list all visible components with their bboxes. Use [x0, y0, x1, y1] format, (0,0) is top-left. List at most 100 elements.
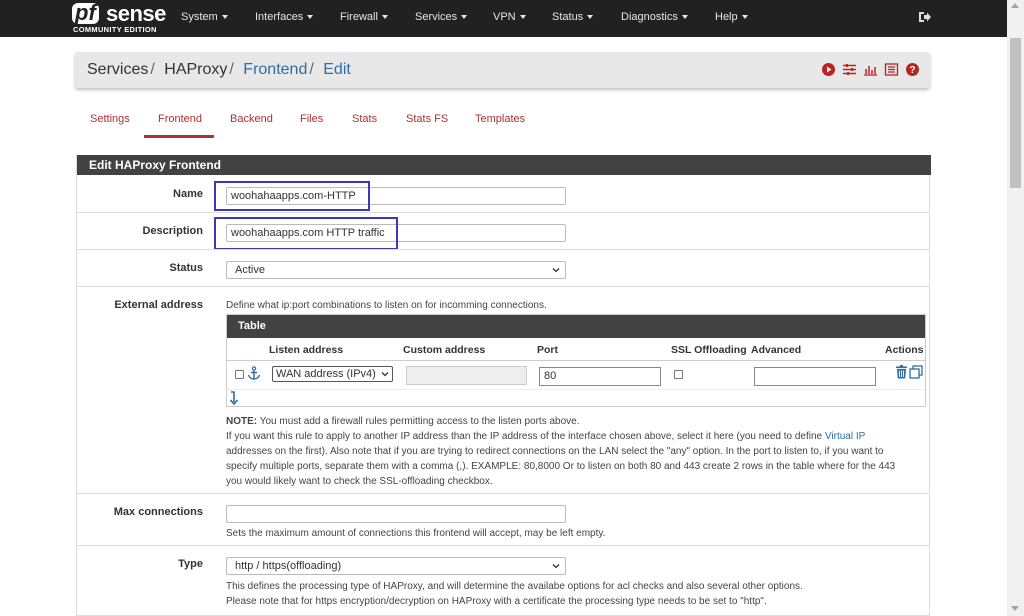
nav-firewall[interactable]: Firewall: [340, 11, 388, 23]
port-input[interactable]: 80: [539, 367, 661, 386]
breadcrumb-services: Services: [87, 61, 149, 78]
tab-templates[interactable]: Templates: [475, 113, 525, 125]
edit-frontend-panel: Edit HAProxy Frontend Name woohahaapps.c…: [76, 155, 931, 616]
logout-icon[interactable]: [918, 10, 932, 24]
note-line-2: If you want this rule to apply to anothe…: [226, 431, 825, 442]
listen-address-select[interactable]: WAN address (IPv4): [272, 366, 393, 382]
svg-text:?: ?: [909, 65, 915, 76]
note-line-1: You must add a firewall rules permitting…: [257, 416, 580, 427]
bar-chart-icon[interactable]: [863, 62, 878, 77]
col-listen-address: Listen address: [269, 344, 344, 356]
col-advanced: Advanced: [751, 344, 802, 356]
nav-interfaces[interactable]: Interfaces: [255, 11, 314, 23]
breadcrumb-edit-link[interactable]: Edit: [323, 61, 351, 78]
panel-heading: Edit HAProxy Frontend: [77, 155, 931, 175]
nav-diagnostics-label: Diagnostics: [621, 11, 678, 23]
active-tab-indicator: [144, 135, 214, 138]
breadcrumb-separator: /: [229, 61, 234, 78]
scroll-down-arrow-icon[interactable]: [1011, 606, 1019, 611]
help-circle-icon[interactable]: ?: [905, 62, 920, 77]
tab-backend[interactable]: Backend: [230, 113, 273, 125]
scroll-up-arrow-icon[interactable]: [1011, 3, 1019, 8]
play-circle-icon[interactable]: [821, 62, 836, 77]
table-heading: Table: [227, 315, 925, 338]
col-actions: Actions: [885, 344, 924, 356]
note-line-5: you would likely want to check the SSL-o…: [226, 476, 493, 487]
caret-down-icon: [461, 15, 468, 20]
tab-stats-fs[interactable]: Stats FS: [406, 113, 448, 125]
nav-firewall-label: Firewall: [340, 11, 378, 23]
advanced-input[interactable]: [754, 367, 876, 386]
top-navbar: pf sense COMMUNITY EDITION System Interf…: [0, 0, 1007, 37]
caret-down-icon: [587, 15, 594, 20]
caret-down-icon: [681, 15, 688, 20]
type-hint: This defines the processing type of HAPr…: [226, 579, 803, 609]
move-down-arrow-icon[interactable]: [229, 391, 239, 405]
note-line-3: addresses on the first). Also note that …: [226, 446, 884, 457]
nav-status-label: Status: [552, 11, 584, 23]
external-address-label: External address: [114, 299, 203, 311]
caret-down-icon: [307, 15, 314, 20]
max-connections-input[interactable]: [226, 505, 566, 523]
tab-frontend[interactable]: Frontend: [158, 113, 202, 125]
caret-down-icon: [519, 15, 526, 20]
listen-address-table: Table Listen address Custom address Port…: [226, 314, 926, 407]
nav-vpn[interactable]: VPN: [493, 11, 526, 23]
logo-pf: pf: [72, 2, 99, 24]
nav-system[interactable]: System: [181, 11, 228, 23]
row-status: Status Active: [77, 249, 929, 286]
row-name: Name woohahaapps.com-HTTP: [77, 175, 929, 212]
caret-down-icon: [741, 15, 748, 20]
row-description: Description woohahaapps.com HTTP traffic: [77, 212, 929, 249]
col-port: Port: [537, 344, 558, 356]
description-highlight-box: [214, 217, 398, 250]
trash-icon[interactable]: [895, 365, 908, 379]
external-address-hint: Define what ip:port combinations to list…: [226, 300, 547, 311]
note-line-4: specify multiple ports, separate them wi…: [226, 461, 896, 472]
sliders-icon[interactable]: [842, 62, 857, 77]
row-max-connections: Max connections Sets the maximum amount …: [77, 493, 929, 545]
anchor-icon[interactable]: [247, 366, 261, 381]
custom-address-input: [406, 366, 527, 385]
max-connections-label: Max connections: [113, 506, 203, 518]
nav-services[interactable]: Services: [415, 11, 468, 23]
copy-icon[interactable]: [909, 365, 923, 379]
scroll-thumb[interactable]: [1010, 38, 1021, 188]
nav-interfaces-label: Interfaces: [255, 11, 304, 23]
nav-diagnostics[interactable]: Diagnostics: [621, 11, 688, 23]
breadcrumb-haproxy: HAProxy: [164, 61, 228, 78]
nav-services-label: Services: [415, 11, 458, 23]
ssl-offloading-checkbox[interactable]: [674, 370, 683, 379]
pfsense-logo[interactable]: pf sense COMMUNITY EDITION: [72, 2, 166, 35]
type-select[interactable]: http / https(offloading): [226, 557, 566, 575]
virtual-ip-link[interactable]: Virtual IP: [825, 431, 865, 442]
table-divider: [227, 389, 925, 390]
nav-vpn-label: VPN: [493, 11, 516, 23]
tab-stats[interactable]: Stats: [352, 113, 377, 125]
row-type: Type http / https(offloading) This defin…: [77, 545, 929, 616]
name-label: Name: [173, 188, 203, 200]
page-scrollbar[interactable]: [1007, 0, 1024, 616]
tab-settings[interactable]: Settings: [90, 113, 130, 125]
max-connections-hint: Sets the maximum amount of connections t…: [226, 528, 606, 539]
name-highlight-box: [214, 181, 370, 211]
tab-bar: Settings Frontend Backend Files Stats St…: [76, 106, 930, 138]
list-icon[interactable]: [884, 62, 899, 77]
logo-edition: COMMUNITY EDITION: [73, 25, 157, 34]
chevron-down-icon: [381, 372, 389, 377]
nav-help[interactable]: Help: [715, 11, 748, 23]
type-label: Type: [178, 558, 203, 570]
tab-files[interactable]: Files: [300, 113, 323, 125]
table-divider: [227, 360, 925, 361]
status-select[interactable]: Active: [226, 261, 566, 279]
status-label: Status: [169, 262, 203, 274]
nav-status[interactable]: Status: [552, 11, 594, 23]
chevron-down-icon: [552, 268, 560, 273]
nav-help-label: Help: [715, 11, 738, 23]
breadcrumb-frontend-link[interactable]: Frontend: [243, 61, 307, 78]
breadcrumb-separator: /: [150, 61, 155, 78]
row-select-checkbox[interactable]: [235, 370, 244, 379]
chevron-down-icon: [552, 564, 560, 569]
caret-down-icon: [381, 15, 388, 20]
type-hint-line-2: Please note that for https encryption/de…: [226, 596, 767, 607]
